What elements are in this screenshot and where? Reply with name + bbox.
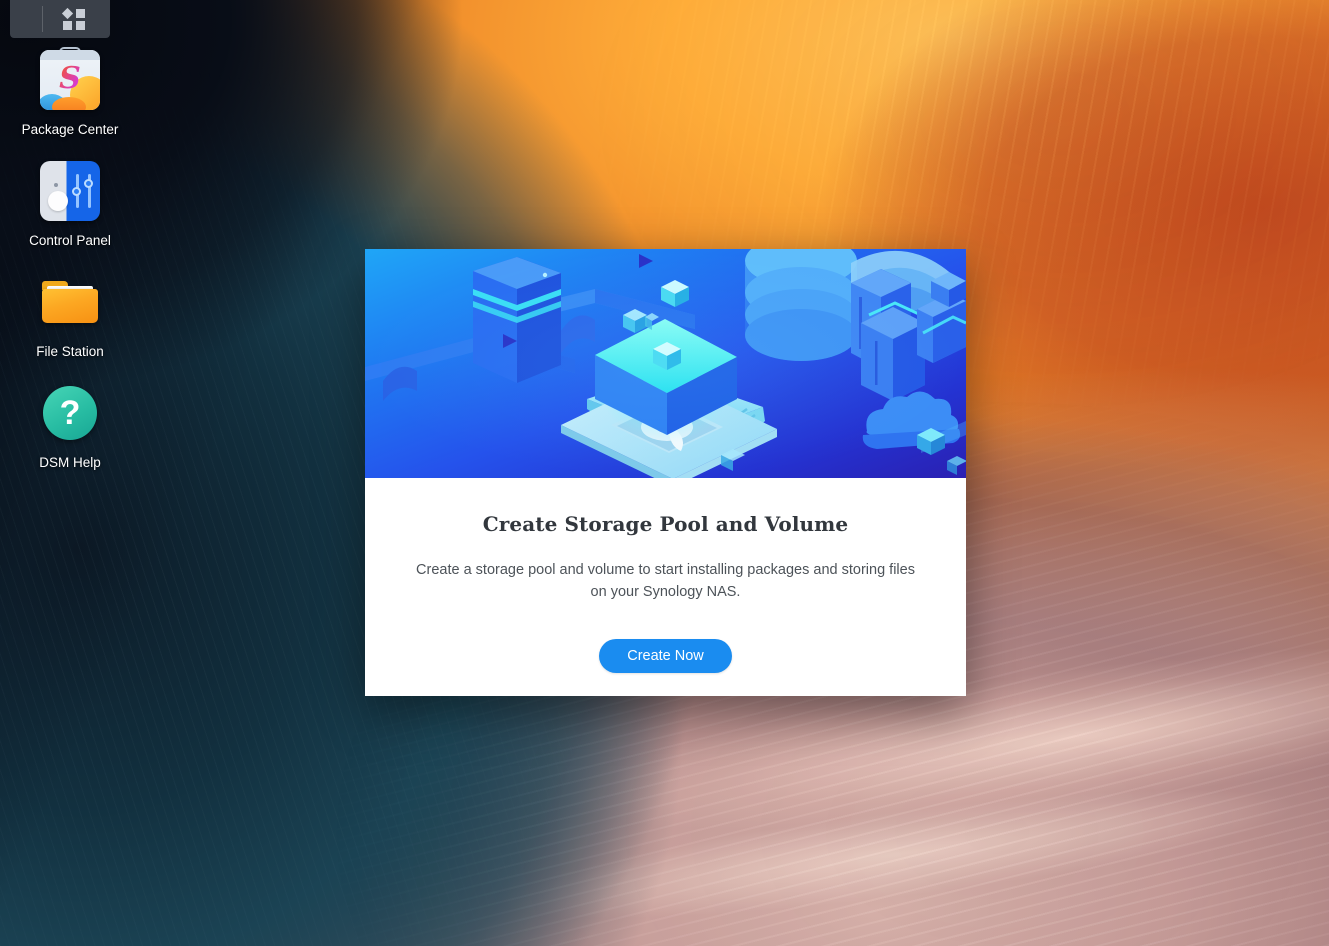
page-title: Create Storage Pool and Volume bbox=[482, 512, 849, 536]
dialog-actions: Create Now bbox=[415, 639, 916, 673]
create-storage-pool-dialog: Create Storage Pool and Volume Create a … bbox=[365, 249, 966, 696]
desktop-icon-control-panel[interactable]: Control Panel bbox=[0, 161, 140, 250]
control-panel-icon bbox=[40, 161, 100, 221]
package-center-icon: S bbox=[40, 47, 100, 110]
file-station-icon bbox=[40, 272, 100, 332]
desktop-icon-file-station[interactable]: File Station bbox=[0, 272, 140, 361]
desktop-icon-column: S Package Center Control Panel File Stat… bbox=[0, 47, 140, 494]
desktop-icon-label: Package Center bbox=[21, 122, 119, 137]
grid-apps-icon bbox=[61, 7, 85, 30]
dialog-body: Create Storage Pool and Volume Create a … bbox=[365, 478, 966, 673]
desktop-icon-dsm-help[interactable]: ? DSM Help bbox=[0, 383, 140, 472]
dsm-help-icon: ? bbox=[40, 383, 100, 443]
dialog-description: Create a storage pool and volume to star… bbox=[416, 562, 915, 600]
desktop-icon-label: File Station bbox=[36, 344, 104, 359]
create-now-button[interactable]: Create Now bbox=[599, 639, 732, 673]
desktop-icon-label: DSM Help bbox=[39, 455, 101, 470]
desktop-icon-label: Control Panel bbox=[29, 233, 111, 248]
desktop: S Package Center Control Panel File Stat… bbox=[0, 0, 1329, 946]
main-menu-button[interactable] bbox=[10, 0, 110, 38]
desktop-icon-package-center[interactable]: S Package Center bbox=[0, 47, 140, 139]
hero-illustration bbox=[365, 249, 966, 478]
